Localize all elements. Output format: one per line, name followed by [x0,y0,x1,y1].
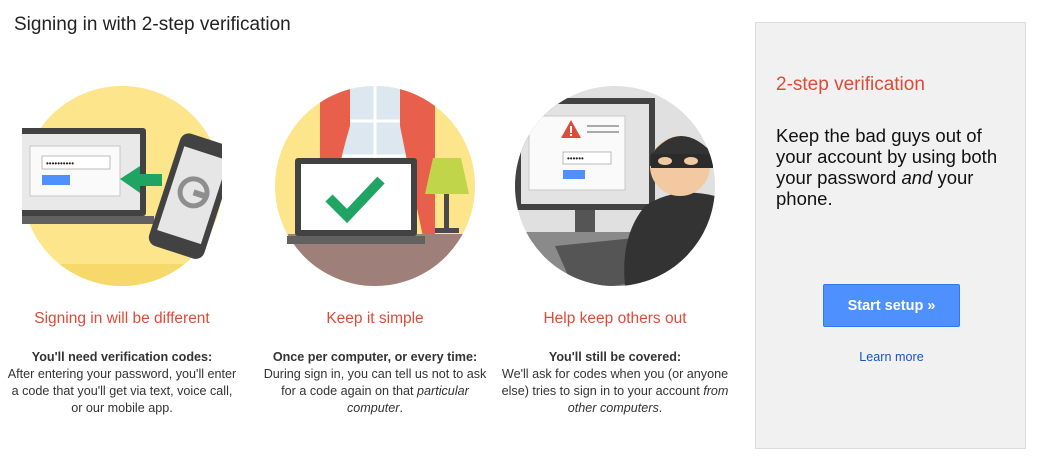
feature-body-strong: Once per computer, or every time: [272,350,478,364]
feature-body-text: After entering your password, you'll ent… [7,367,237,415]
feature-title: Signing in will be different [34,310,210,327]
page-title: Signing in with 2-step verification [14,14,291,35]
setup-panel: 2-step verification Keep the bad guys ou… [755,22,1026,449]
feature-signing-different: •••••••••• Signing in will be different … [7,86,237,417]
feature-body-end: . [658,401,663,415]
panel-title: 2-step verification [776,74,925,95]
password-mask-text: •••••••••• [46,159,74,168]
start-setup-button[interactable]: Start setup » [823,284,960,327]
feature-title: Keep it simple [326,310,424,327]
thief-computer-illustration: •••••• [515,86,715,286]
feature-body: You'll still be covered: We'll ask for c… [500,349,730,417]
feature-keep-others-out: •••••• Help keep others out You'll still… [500,86,730,417]
feature-body-end: . [399,401,404,415]
feature-body-text: We'll ask for codes when you (or anyone … [501,367,729,398]
laptop-phone-code-illustration: •••••••••• [22,86,222,286]
panel-description: Keep the bad guys out of your account by… [776,125,1016,209]
feature-body: You'll need verification codes: After en… [7,349,237,417]
feature-body-strong: You'll need verification codes: [31,350,213,364]
password-mask-text: •••••• [567,154,584,163]
feature-body: Once per computer, or every time: During… [260,349,490,417]
feature-title: Help keep others out [543,310,687,327]
learn-more-link[interactable]: Learn more [756,350,1027,364]
panel-text-italic: and [901,167,933,188]
feature-keep-simple: Keep it simple Once per computer, or eve… [260,86,490,417]
laptop-checkmark-illustration [275,86,475,286]
feature-body-strong: You'll still be covered: [548,350,682,364]
